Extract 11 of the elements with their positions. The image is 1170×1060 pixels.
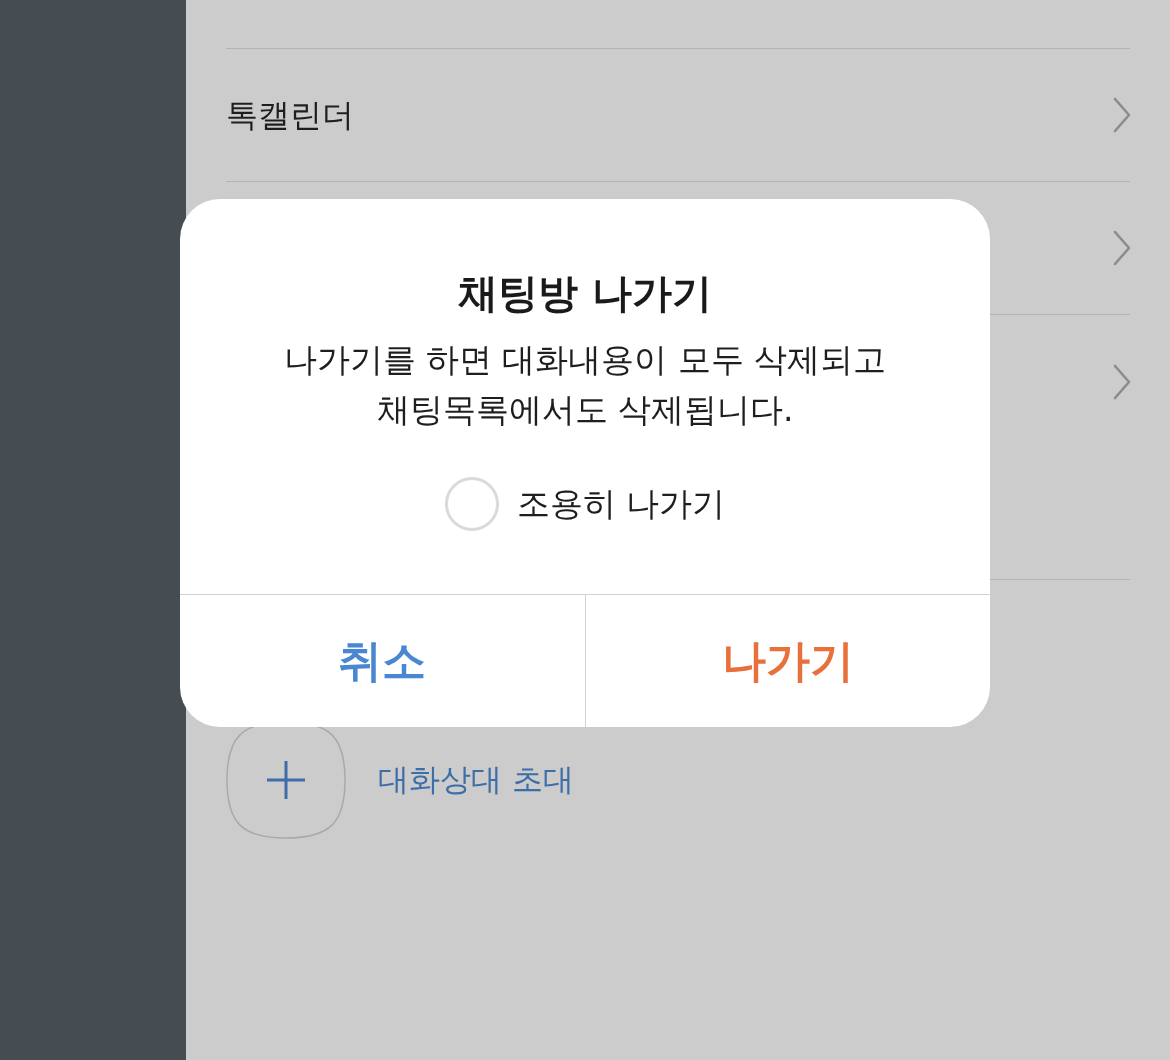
dialog-message: 나가기를 하면 대화내용이 모두 삭제되고 채팅목록에서도 삭제됩니다. xyxy=(283,339,887,431)
chevron-right-icon[interactable] xyxy=(1112,97,1132,133)
radio-button[interactable] xyxy=(444,477,499,531)
chevron-right-icon[interactable] xyxy=(1112,230,1132,266)
invite-label[interactable]: 대화상대 초대 xyxy=(378,761,574,799)
option-label[interactable]: 조용히 나가기 xyxy=(516,484,726,524)
cancel-button[interactable]: 취소 xyxy=(180,595,585,727)
menu-item-label[interactable]: 톡캘린더 xyxy=(226,95,354,135)
leave-button[interactable]: 나가기 xyxy=(584,595,990,727)
dialog-title: 채팅방 나가기 xyxy=(458,269,712,317)
chevron-right-icon[interactable] xyxy=(1112,363,1132,400)
